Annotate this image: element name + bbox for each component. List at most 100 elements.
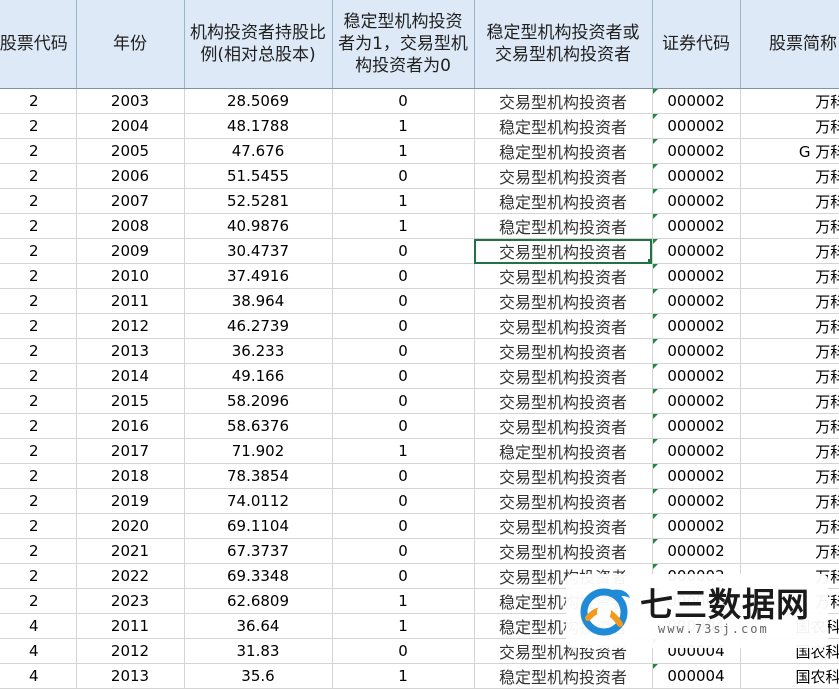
investor-flag-cell[interactable]: 0 — [332, 263, 475, 289]
holding-ratio-cell[interactable]: 58.2096 — [184, 388, 333, 414]
holding-ratio-cell[interactable]: 49.166 — [184, 363, 333, 389]
stock-name-cell[interactable]: 万科A — [740, 538, 839, 564]
investor-flag-cell[interactable]: 0 — [332, 313, 475, 339]
security-code-cell[interactable]: 000002 — [652, 338, 741, 364]
security-code-cell[interactable]: 000002 — [652, 163, 741, 189]
investor-flag-cell[interactable]: 0 — [332, 413, 475, 439]
investor-type-cell[interactable]: 稳定型机构投资者 — [474, 188, 653, 214]
stock-name-cell[interactable]: 万科A — [740, 238, 839, 264]
header-stock-code[interactable]: 股票代码 — [0, 0, 77, 89]
stock-code-cell[interactable]: 2 — [0, 213, 77, 239]
holding-ratio-cell[interactable]: 28.5069 — [184, 88, 333, 114]
investor-type-cell[interactable]: 交易型机构投资者 — [474, 88, 653, 114]
investor-type-cell[interactable]: 稳定型机构投资者 — [474, 113, 653, 139]
header-holding-ratio[interactable]: 机构投资者持股比例(相对总股本) — [184, 0, 333, 89]
holding-ratio-cell[interactable]: 71.902 — [184, 438, 333, 464]
security-code-cell[interactable]: 000002 — [652, 313, 741, 339]
security-code-cell[interactable]: 000002 — [652, 413, 741, 439]
security-code-cell[interactable]: 000002 — [652, 438, 741, 464]
year-cell[interactable]: 2011 — [76, 288, 185, 314]
year-cell[interactable]: 2006 — [76, 163, 185, 189]
holding-ratio-cell[interactable]: 74.0112 — [184, 488, 333, 514]
holding-ratio-cell[interactable]: 62.6809 — [184, 588, 333, 614]
stock-code-cell[interactable]: 2 — [0, 238, 77, 264]
investor-flag-cell[interactable]: 0 — [332, 388, 475, 414]
investor-flag-cell[interactable]: 0 — [332, 638, 475, 664]
investor-flag-cell[interactable]: 1 — [332, 138, 475, 164]
investor-type-cell[interactable]: 稳定型机构投资者 — [474, 663, 653, 689]
stock-name-cell[interactable]: 万科A — [740, 463, 839, 489]
stock-name-cell[interactable]: 万科A — [740, 363, 839, 389]
header-security-code[interactable]: 证券代码 — [652, 0, 741, 89]
year-cell[interactable]: 2009 — [76, 238, 185, 264]
stock-code-cell[interactable]: 2 — [0, 288, 77, 314]
year-cell[interactable]: 2005 — [76, 138, 185, 164]
holding-ratio-cell[interactable]: 37.4916 — [184, 263, 333, 289]
stock-code-cell[interactable]: 2 — [0, 163, 77, 189]
holding-ratio-cell[interactable]: 78.3854 — [184, 463, 333, 489]
stock-name-cell[interactable]: 国农科技 — [740, 663, 839, 689]
investor-type-cell[interactable]: 交易型机构投资者 — [474, 388, 653, 414]
security-code-cell[interactable]: 000002 — [652, 238, 741, 264]
investor-flag-cell[interactable]: 1 — [332, 438, 475, 464]
stock-name-cell[interactable]: 万科A — [740, 413, 839, 439]
investor-flag-cell[interactable]: 0 — [332, 288, 475, 314]
investor-flag-cell[interactable]: 0 — [332, 363, 475, 389]
year-cell[interactable]: 2004 — [76, 113, 185, 139]
investor-flag-cell[interactable]: 0 — [332, 238, 475, 264]
stock-code-cell[interactable]: 2 — [0, 313, 77, 339]
stock-name-cell[interactable]: 万科A — [740, 388, 839, 414]
stock-code-cell[interactable]: 2 — [0, 188, 77, 214]
year-cell[interactable]: 2013 — [76, 663, 185, 689]
security-code-cell[interactable]: 000002 — [652, 538, 741, 564]
header-year[interactable]: 年份 — [76, 0, 185, 89]
investor-type-cell[interactable]: 交易型机构投资者 — [474, 463, 653, 489]
stock-code-cell[interactable]: 4 — [0, 613, 77, 639]
holding-ratio-cell[interactable]: 51.5455 — [184, 163, 333, 189]
year-cell[interactable]: 2008 — [76, 213, 185, 239]
stock-name-cell[interactable]: 万科A — [740, 488, 839, 514]
holding-ratio-cell[interactable]: 40.9876 — [184, 213, 333, 239]
investor-flag-cell[interactable]: 1 — [332, 188, 475, 214]
investor-type-cell[interactable]: 交易型机构投资者 — [474, 338, 653, 364]
year-cell[interactable]: 2021 — [76, 538, 185, 564]
investor-flag-cell[interactable]: 0 — [332, 88, 475, 114]
stock-name-cell[interactable]: G 万科A — [740, 138, 839, 164]
stock-name-cell[interactable]: 万科A — [740, 288, 839, 314]
year-cell[interactable]: 2019 — [76, 488, 185, 514]
holding-ratio-cell[interactable]: 46.2739 — [184, 313, 333, 339]
investor-type-cell[interactable]: 交易型机构投资者 — [474, 538, 653, 564]
stock-code-cell[interactable]: 2 — [0, 488, 77, 514]
stock-code-cell[interactable]: 2 — [0, 563, 77, 589]
investor-flag-cell[interactable]: 0 — [332, 563, 475, 589]
investor-flag-cell[interactable]: 1 — [332, 663, 475, 689]
year-cell[interactable]: 2013 — [76, 338, 185, 364]
stock-code-cell[interactable]: 2 — [0, 513, 77, 539]
year-cell[interactable]: 2011 — [76, 613, 185, 639]
investor-flag-cell[interactable]: 1 — [332, 213, 475, 239]
investor-type-cell[interactable]: 交易型机构投资者 — [474, 288, 653, 314]
year-cell[interactable]: 2012 — [76, 313, 185, 339]
stock-code-cell[interactable]: 2 — [0, 538, 77, 564]
year-cell[interactable]: 2020 — [76, 513, 185, 539]
investor-type-cell[interactable]: 交易型机构投资者 — [474, 263, 653, 289]
stock-code-cell[interactable]: 4 — [0, 638, 77, 664]
security-code-cell[interactable]: 000002 — [652, 88, 741, 114]
investor-flag-cell[interactable]: 0 — [332, 488, 475, 514]
stock-code-cell[interactable]: 2 — [0, 363, 77, 389]
year-cell[interactable]: 2010 — [76, 263, 185, 289]
holding-ratio-cell[interactable]: 67.3737 — [184, 538, 333, 564]
holding-ratio-cell[interactable]: 58.6376 — [184, 413, 333, 439]
year-cell[interactable]: 2003 — [76, 88, 185, 114]
investor-type-cell[interactable]: 交易型机构投资者 — [474, 513, 653, 539]
security-code-cell[interactable]: 000002 — [652, 263, 741, 289]
stock-name-cell[interactable]: 万科A — [740, 88, 839, 114]
stock-name-cell[interactable]: 万科A — [740, 513, 839, 539]
stock-name-cell[interactable]: 万科A — [740, 438, 839, 464]
header-investor-flag[interactable]: 稳定型机构投资者为1，交易型机构投资者为0 — [332, 0, 475, 89]
security-code-cell[interactable]: 000002 — [652, 288, 741, 314]
investor-type-cell[interactable]: 交易型机构投资者 — [474, 163, 653, 189]
security-code-cell[interactable]: 000002 — [652, 513, 741, 539]
holding-ratio-cell[interactable]: 36.64 — [184, 613, 333, 639]
year-cell[interactable]: 2012 — [76, 638, 185, 664]
